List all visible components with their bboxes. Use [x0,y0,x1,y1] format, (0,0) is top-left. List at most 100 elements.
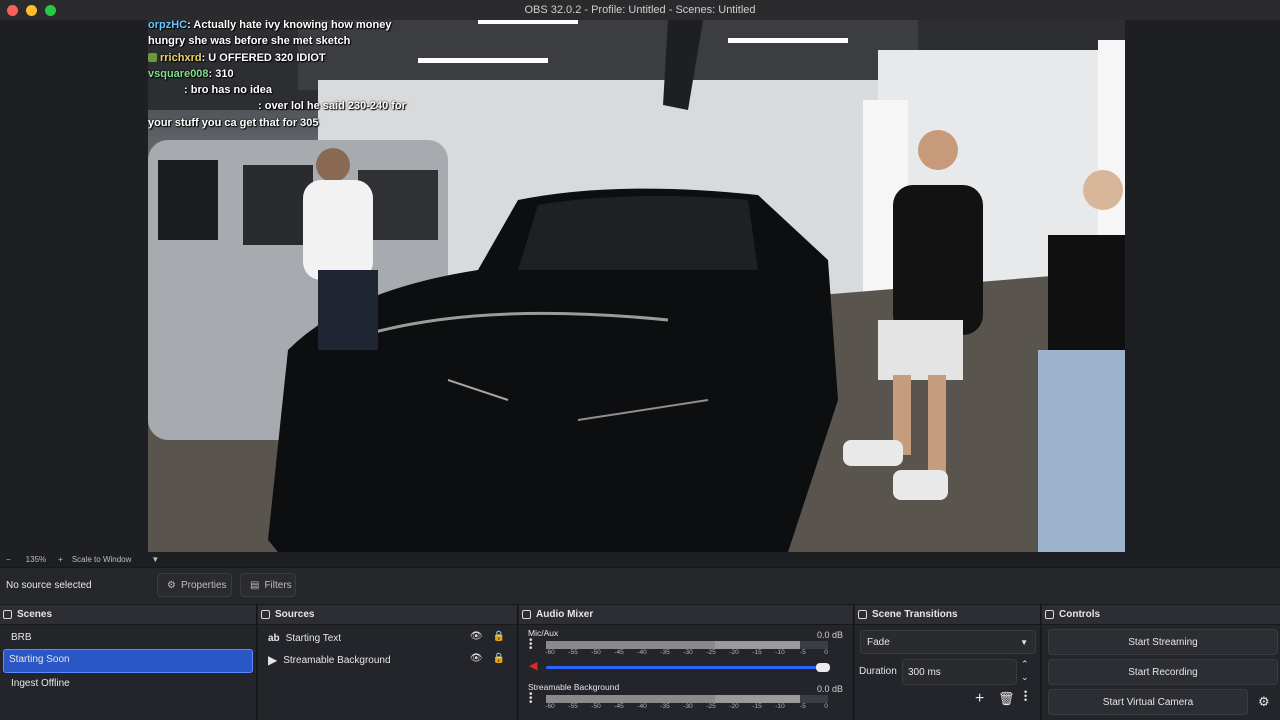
meter-tick-label: -45 [614,649,624,656]
dock-icon [1045,610,1054,619]
scene-item-ingest-offline[interactable]: Ingest Offline [3,673,253,695]
meter-tick-label: -45 [614,703,624,710]
dock-icon [261,610,270,619]
chat-line: orpzHC: Actually hate ivy knowing how mo… [148,20,406,33]
meter-tick-label: -60 [545,703,555,710]
chat-line: rrichxrd: U OFFERED 320 IDIOT [148,50,406,66]
duration-value: 300 ms [908,666,941,678]
start-streaming-button[interactable]: Start Streaming [1048,629,1278,655]
source-item[interactable]: ▶ Streamable Background 👁 🔒 [258,649,517,671]
more-options-icon[interactable]: • • • [1024,688,1027,705]
chat-message: your stuff you ca get that for 305 [148,116,319,129]
meter-tick-label: -35 [660,703,670,710]
trash-icon[interactable]: 🗑 [998,691,1015,707]
emote-icon [148,52,157,62]
gear-icon[interactable]: ⚙ [1258,694,1270,710]
channel-menu-icon[interactable]: • • • [529,690,533,708]
chat-overlay: orpzHC: Actually hate ivy knowing how mo… [148,20,406,131]
scene-item-brb[interactable]: BRB [3,627,253,649]
window-title: OBS 32.0.2 - Profile: Untitled - Scenes:… [524,4,756,16]
meter-tick-label: -25 [706,703,716,710]
meter-tick-label: -50 [591,649,601,656]
meter-tick-label: -15 [752,703,762,710]
slider-track [546,666,828,669]
meter-tick-label: 0 [824,649,828,656]
lock-icon[interactable]: 🔒 [493,653,505,664]
scenes-title: Scenes [17,609,53,620]
scenes-dock: Scenes BRB Starting Soon Ingest Offline [0,605,257,720]
chat-line: hungry she was before she met sketch [148,33,406,49]
start-recording-button[interactable]: Start Recording [1048,659,1278,685]
channel-db: 0.0 dB [816,684,843,694]
source-label: Streamable Background [283,654,391,666]
meter-tick-label: -40 [637,703,647,710]
program-preview[interactable]: orpzHC: Actually hate ivy knowing how mo… [148,20,1125,552]
zoom-in-button[interactable]: + [58,555,63,564]
volume-slider[interactable] [546,663,830,673]
audio-mixer-header: Audio Mixer [519,605,853,625]
source-controls: 👁 🔒 [470,631,505,642]
meter-tick-label: -20 [729,703,739,710]
start-virtual-camera-button[interactable]: Start Virtual Camera [1048,689,1248,715]
channel-menu-icon[interactable]: • • • [529,636,533,654]
sources-header: Sources [258,605,517,625]
visibility-eye-icon[interactable]: 👁 [470,631,483,642]
chat-line: : bro has no idea [148,82,406,98]
scene-item-starting-soon[interactable]: Starting Soon [3,649,253,673]
window-controls [7,5,56,16]
text-icon: ab [268,632,280,644]
channel-name: Streamable Background [528,682,620,692]
gear-icon: ⚙ [167,579,176,591]
chat-line: : over lol he said 230-240 for [148,98,406,114]
audio-mixer-title: Audio Mixer [536,609,594,620]
zoom-level: 135% [25,554,47,564]
sources-dock: Sources ab Starting Text 👁 🔒 ▶ Streamabl… [258,605,518,720]
meter-ticks: -60 -55 -50 -45 -40 -35 -30 -25 -20 -15 -10 -5 0 [545,703,828,712]
slider-knob[interactable] [816,663,830,672]
meter-ticks: -60 -55 -50 -45 -40 -35 -30 -25 -20 -15 -10 -5 0 [545,649,828,658]
filters-label: Filters [264,579,292,591]
meter-tick-label: -20 [729,649,739,656]
chat-message: hungry she was before she met sketch [148,35,351,48]
meter-tick-label: -40 [637,649,647,656]
minimize-window-button[interactable] [26,5,37,16]
duration-input[interactable]: 300 ms [902,659,1017,685]
preview-area: orpzHC: Actually hate ivy knowing how mo… [0,20,1280,552]
add-transition-icon[interactable]: + [975,690,984,708]
filters-button[interactable]: ▤ Filters [240,573,296,597]
duration-up-icon[interactable]: ⌃ [1021,659,1029,670]
mute-icon[interactable]: ◀ [529,659,537,672]
controls-header: Controls [1042,605,1280,625]
maximize-window-button[interactable] [45,5,56,16]
transition-select[interactable]: Fade ▼ [860,630,1036,654]
source-label: Starting Text [285,632,342,644]
meter-tick-label: -50 [591,703,601,710]
mixer-channel-mic: Mic/Aux 0.0 dB • • • -60 -55 -50 -45 -40 -35 -30… [519,625,853,673]
scene-transitions-header: Scene Transitions [855,605,1040,625]
meter-tick-label: -55 [568,703,578,710]
source-item[interactable]: ab Starting Text 👁 🔒 [258,627,517,649]
properties-button[interactable]: ⚙ Properties [157,573,232,597]
controls-title: Controls [1059,609,1101,620]
chat-message: : 310 [208,67,234,80]
zoom-bar: − 135% + Scale to Window ▼ [0,552,1280,566]
scale-mode-select[interactable]: Scale to Window [72,555,132,564]
chevron-down-icon: ▼ [1020,637,1028,647]
meter-tick-label: -35 [660,649,670,656]
dock-icon [3,610,12,619]
source-status: No source selected [6,580,92,591]
close-window-button[interactable] [7,5,18,16]
duration-label: Duration [859,666,897,677]
visibility-eye-icon[interactable]: 👁 [470,653,483,664]
meter-tick-label: -15 [752,649,762,656]
chat-message: : Actually hate ivy knowing how money [187,20,392,31]
chevron-down-icon[interactable]: ▼ [151,555,159,564]
meter-tick-label: -10 [775,649,785,656]
play-icon: ▶ [268,653,278,667]
volume-meter [546,695,828,703]
dock-icon [522,610,531,619]
duration-down-icon[interactable]: ⌄ [1021,672,1029,683]
zoom-out-button[interactable]: − [6,555,11,564]
mixer-channel-streamable: Streamable Background 0.0 dB • • • -60 -55 -… [519,679,853,712]
lock-icon[interactable]: 🔒 [493,631,505,642]
